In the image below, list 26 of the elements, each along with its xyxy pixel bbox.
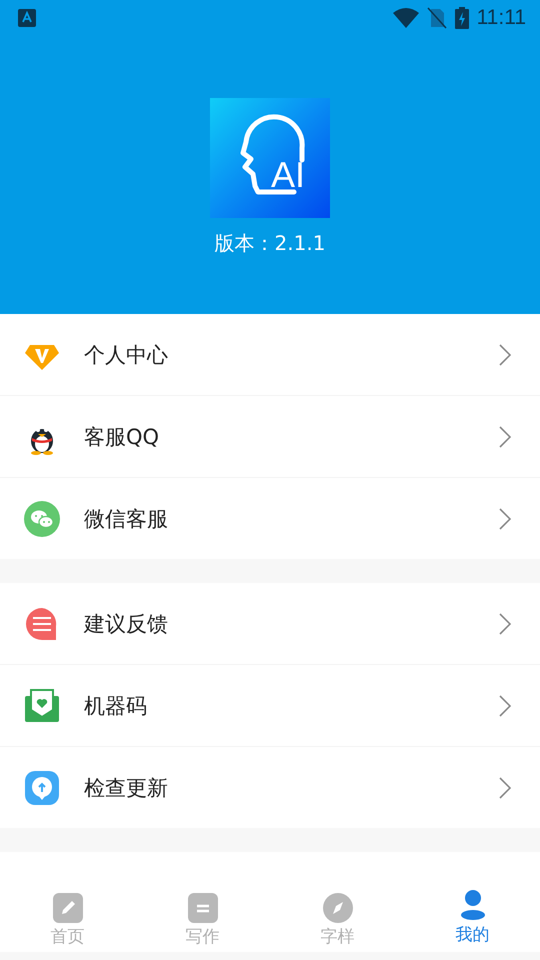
- chevron-right-icon: [498, 776, 512, 800]
- chevron-right-icon: [498, 694, 512, 718]
- battery-icon: [454, 7, 469, 29]
- upload-icon: [24, 770, 60, 806]
- chevron-right-icon: [498, 612, 512, 636]
- no-sim-icon: [426, 7, 447, 29]
- keyboard-app-icon: [18, 9, 36, 27]
- clock-time: 11:11: [476, 6, 526, 30]
- pencil-icon: [52, 893, 82, 923]
- compass-icon: [322, 893, 352, 923]
- menu-item-label[interactable]: 微信客服: [84, 504, 498, 532]
- chevron-right-icon: [498, 342, 512, 366]
- version-label: 版本：2.1.1: [214, 230, 326, 257]
- app-logo: AI: [210, 98, 330, 218]
- chevron-right-icon: [498, 506, 512, 530]
- chevron-right-icon: [498, 424, 512, 448]
- wifi-icon: [392, 8, 419, 28]
- menu-item-label[interactable]: 客服QQ: [84, 422, 498, 450]
- menu-item-label[interactable]: 检查更新: [84, 774, 498, 802]
- menu-item-label[interactable]: 个人中心: [84, 340, 498, 368]
- document-icon: [188, 893, 218, 923]
- menu-item-label[interactable]: 机器码: [84, 692, 498, 720]
- menu-item-label[interactable]: 建议反馈: [84, 610, 498, 638]
- envelope-heart-icon: [24, 688, 60, 724]
- nav-tab[interactable]: 我的: [405, 885, 540, 952]
- chat-bubbles-icon: [24, 500, 60, 536]
